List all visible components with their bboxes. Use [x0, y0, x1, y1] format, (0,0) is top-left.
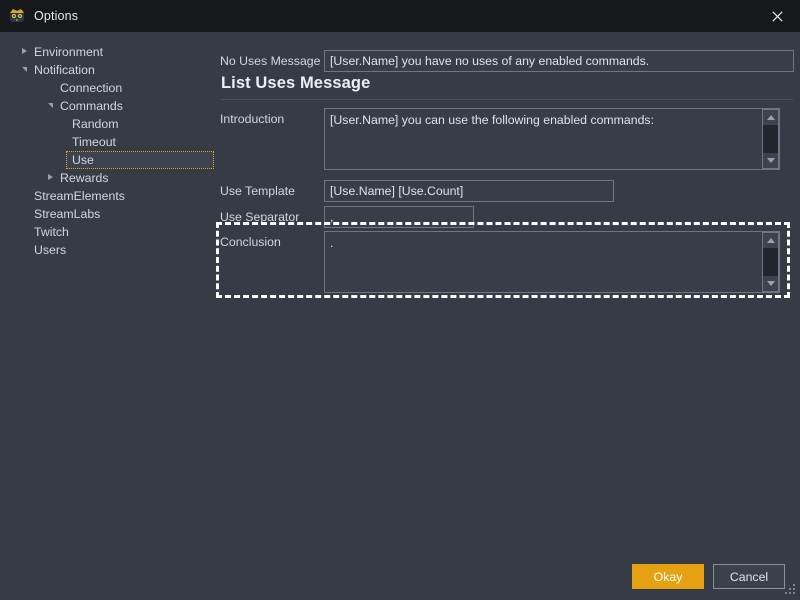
introduction-textarea[interactable]: [324, 108, 780, 170]
scroll-down-arrow-icon: [766, 281, 775, 286]
resize-grip[interactable]: [784, 584, 796, 596]
use-template-label: Use Template: [220, 184, 295, 198]
cancel-button[interactable]: Cancel: [713, 564, 785, 589]
sidebar-item-label: Users: [34, 242, 67, 257]
sidebar-item-timeout[interactable]: Timeout: [0, 133, 214, 151]
scroll-down-arrow-icon: [766, 158, 775, 163]
sidebar-item-notification[interactable]: Notification: [0, 61, 214, 79]
window-title: Options: [34, 9, 79, 23]
sidebar-item-environment[interactable]: Environment: [0, 43, 214, 61]
sidebar-item-label: Random: [72, 116, 119, 131]
sidebar-item-commands[interactable]: Commands: [0, 97, 214, 115]
app-mascot-icon: [9, 8, 25, 24]
sidebar-item-random[interactable]: Random: [0, 115, 214, 133]
use-separator-input[interactable]: [324, 206, 474, 228]
introduction-label: Introduction: [220, 112, 285, 126]
sidebar-item-label: StreamElements: [34, 188, 125, 203]
sidebar-item-label: Twitch: [34, 224, 69, 239]
sidebar-item-streamelements[interactable]: StreamElements: [0, 187, 214, 205]
settings-panel: No Uses Message List Uses Message Introd…: [214, 32, 800, 600]
sidebar-item-streamlabs[interactable]: StreamLabs: [0, 205, 214, 223]
scroll-up-button[interactable]: [763, 110, 778, 125]
chevron-down-icon[interactable]: [22, 67, 27, 72]
options-dialog: Options Environment Notification Connect…: [0, 0, 800, 600]
no-uses-message-label: No Uses Message: [220, 54, 321, 68]
chevron-right-icon[interactable]: [48, 174, 53, 180]
scroll-down-button[interactable]: [763, 153, 778, 168]
sidebar-item-label: Commands: [60, 98, 123, 113]
settings-tree[interactable]: Environment Notification Connection Comm…: [0, 32, 214, 600]
sidebar-item-label: Rewards: [60, 170, 109, 185]
okay-button[interactable]: Okay: [632, 564, 704, 589]
no-uses-message-input[interactable]: [324, 50, 794, 72]
conclusion-textarea[interactable]: [324, 231, 780, 293]
introduction-row: Introduction: [220, 108, 780, 175]
close-button[interactable]: [754, 0, 800, 32]
scroll-up-button[interactable]: [763, 233, 778, 248]
scroll-up-arrow-icon: [766, 115, 775, 120]
use-template-input[interactable]: [324, 180, 614, 202]
conclusion-field: [324, 231, 780, 298]
sidebar-item-label: Notification: [34, 62, 95, 77]
introduction-scrollbar[interactable]: [762, 109, 779, 169]
conclusion-label: Conclusion: [220, 235, 281, 249]
sidebar-item-label: Timeout: [72, 134, 116, 149]
use-separator-label: Use Separator: [220, 210, 300, 224]
section-title: List Uses Message: [221, 74, 371, 92]
chevron-down-icon[interactable]: [48, 103, 53, 108]
sidebar-item-label: StreamLabs: [34, 206, 101, 221]
introduction-field: [324, 108, 780, 175]
sidebar-item-connection[interactable]: Connection: [0, 79, 214, 97]
chevron-right-icon[interactable]: [22, 48, 27, 54]
scroll-up-arrow-icon: [766, 238, 775, 243]
sidebar-item-rewards[interactable]: Rewards: [0, 169, 214, 187]
use-separator-row: Use Separator: [220, 206, 474, 228]
scroll-down-button[interactable]: [763, 276, 778, 291]
sidebar-item-users[interactable]: Users: [0, 241, 214, 259]
no-uses-message-row: No Uses Message: [220, 50, 794, 72]
sidebar-item-label: Use: [72, 152, 94, 167]
section-divider: [221, 99, 793, 100]
conclusion-row: Conclusion: [220, 231, 780, 298]
title-bar: Options: [0, 0, 800, 32]
sidebar-item-label: Environment: [34, 44, 104, 59]
sidebar-item-label: Connection: [60, 80, 123, 95]
use-template-row: Use Template: [220, 180, 614, 202]
close-icon: [771, 10, 783, 22]
sidebar-item-use[interactable]: Use: [66, 151, 214, 169]
conclusion-scrollbar[interactable]: [762, 232, 779, 292]
sidebar-item-twitch[interactable]: Twitch: [0, 223, 214, 241]
